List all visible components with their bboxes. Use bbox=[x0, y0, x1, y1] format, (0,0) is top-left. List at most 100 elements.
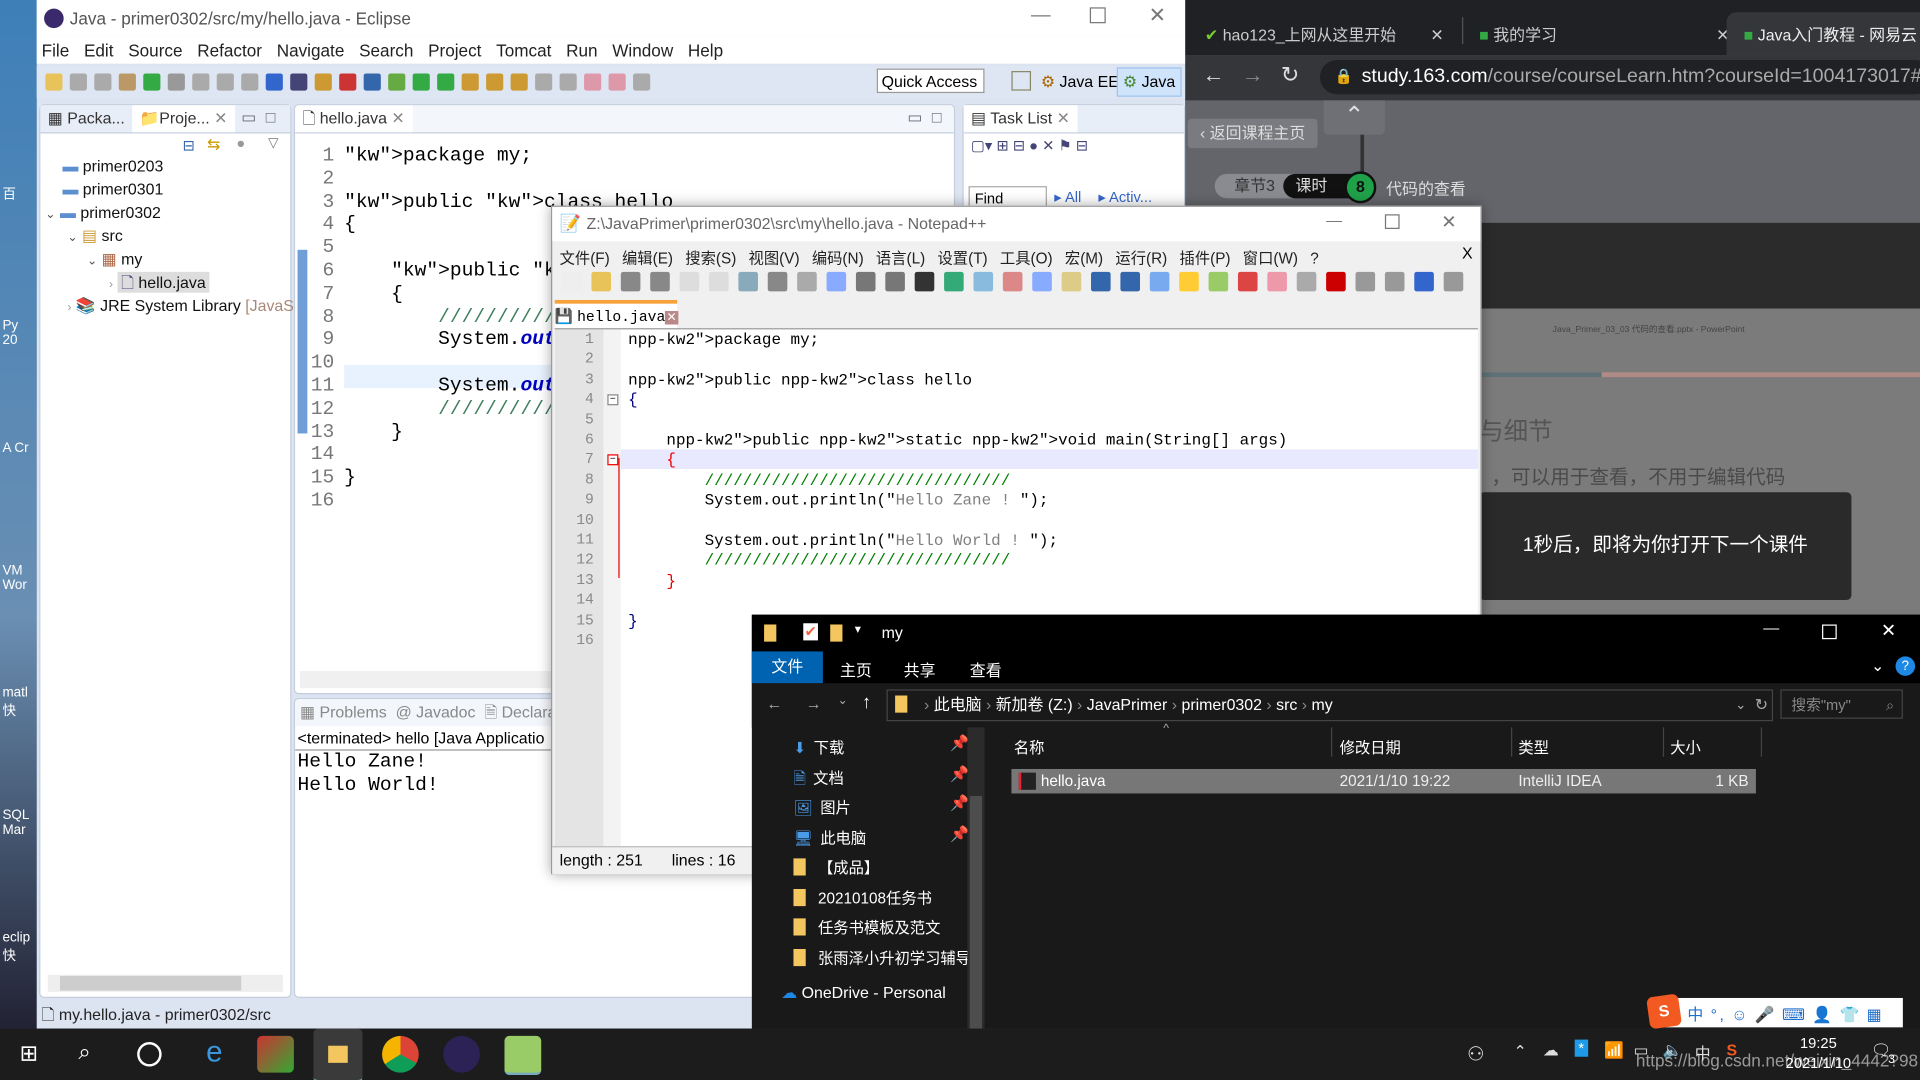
up-button[interactable]: ↑ bbox=[862, 692, 871, 713]
nav-item[interactable]: 张雨泽小升初学习辅导 bbox=[793, 945, 971, 968]
perspective-java[interactable]: ⚙ Java bbox=[1116, 67, 1182, 97]
close-button[interactable]: ✕ bbox=[1149, 4, 1166, 28]
tree-item-primer0302[interactable]: ⌄ ▬ primer0302 bbox=[45, 203, 161, 221]
chevron-down-icon[interactable]: ⌄ bbox=[45, 208, 55, 221]
npp-toolbar-button-icon[interactable] bbox=[1296, 271, 1317, 292]
refresh-icon[interactable]: ↻ bbox=[1755, 691, 1768, 720]
npp-menu-item[interactable]: 编辑(E) bbox=[622, 250, 673, 267]
npp-toolbar-button-icon[interactable] bbox=[1384, 271, 1405, 292]
back-button[interactable]: ← bbox=[767, 694, 783, 712]
npp-menu-item[interactable]: 插件(P) bbox=[1180, 250, 1231, 267]
expand-ribbon-icon[interactable]: ⌄ bbox=[1871, 656, 1884, 676]
chevron-down-icon[interactable]: ⌄ bbox=[67, 231, 77, 244]
maximize-button[interactable] bbox=[1822, 624, 1837, 640]
npp-toolbar-button-icon[interactable] bbox=[1326, 271, 1346, 292]
tab-problems[interactable]: ▦ Problems bbox=[300, 703, 387, 721]
perspective-java-ee[interactable]: ⚙ Java EE bbox=[1041, 72, 1119, 92]
browser-tab-my-learning[interactable]: ■ 我的学习 ✕ bbox=[1479, 22, 1729, 45]
column-size[interactable]: 大小 bbox=[1670, 735, 1701, 758]
eclipse-title-bar[interactable]: Java - primer0302/src/my/hello.java - Ec… bbox=[36, 0, 1186, 37]
menu-project[interactable]: Project bbox=[428, 40, 481, 60]
breadcrumb-item[interactable]: 此电脑 bbox=[934, 696, 982, 714]
npp-toolbar-button-icon[interactable] bbox=[914, 271, 935, 292]
toolbar-button-icon[interactable] bbox=[388, 73, 406, 91]
toolbar-button-icon[interactable] bbox=[314, 73, 332, 91]
npp-toolbar-button-icon[interactable] bbox=[1032, 271, 1052, 292]
column-modified[interactable]: 修改日期 bbox=[1340, 735, 1401, 758]
nav-onedrive[interactable]: ☁ OneDrive - Personal bbox=[781, 983, 946, 1003]
maximize-icon[interactable]: □ bbox=[932, 108, 942, 126]
toolbar-button-icon[interactable] bbox=[461, 73, 479, 91]
npp-toolbar-button-icon[interactable] bbox=[1120, 271, 1141, 292]
back-button[interactable]: ← bbox=[1202, 62, 1224, 88]
tree-item-src[interactable]: ⌄ ▤ src bbox=[67, 227, 122, 247]
desktop-icon[interactable]: eclip 快 bbox=[2, 931, 34, 965]
desktop-icon[interactable]: 百 bbox=[2, 184, 34, 204]
nav-item[interactable]: ⬇ 下载 📌 bbox=[793, 735, 969, 758]
address-bar[interactable]: › 此电脑 › 新加卷 (Z:) › JavaPrimer › primer03… bbox=[886, 689, 1774, 722]
filter-all-link[interactable]: ▸ All bbox=[1054, 189, 1081, 206]
toolbar-button-icon[interactable] bbox=[633, 73, 651, 91]
tab-hello-java[interactable]: 🗋 hello.java ✕ bbox=[295, 105, 413, 133]
minimize-button[interactable]: — bbox=[1763, 618, 1779, 636]
toolbar-button-icon[interactable] bbox=[216, 73, 234, 91]
show-hidden-icons[interactable]: ⌃ bbox=[1513, 1042, 1526, 1062]
npp-toolbar-button-icon[interactable] bbox=[708, 271, 729, 292]
breadcrumb-item[interactable]: my bbox=[1312, 696, 1333, 714]
ime-button[interactable]: 中 bbox=[1687, 1005, 1705, 1023]
close-document-button[interactable]: X bbox=[1462, 244, 1473, 262]
ime-button[interactable]: ▦ bbox=[1867, 1005, 1885, 1023]
npp-menu-item[interactable]: 运行(R) bbox=[1115, 250, 1167, 267]
properties-icon[interactable]: ✔ bbox=[803, 623, 819, 641]
app-icon[interactable] bbox=[257, 1035, 294, 1073]
toolbar-button-icon[interactable] bbox=[339, 73, 357, 91]
menu-edit[interactable]: Edit bbox=[84, 40, 114, 60]
quick-access-input[interactable]: Quick Access bbox=[876, 68, 985, 94]
nav-item[interactable]: 20210108任务书 bbox=[793, 885, 964, 908]
desktop-icon[interactable]: A Cr bbox=[2, 441, 34, 456]
npp-toolbar-button-icon[interactable] bbox=[1267, 271, 1287, 292]
browser-tab-hao123[interactable]: ✔ hao123_上网从这里开始 ✕ bbox=[1205, 22, 1444, 45]
npp-toolbar-button-icon[interactable] bbox=[855, 271, 876, 292]
nav-item[interactable]: 🖥 此电脑 📌 bbox=[793, 825, 969, 848]
npp-title-bar[interactable]: 📝 Z:\JavaPrimer\primer0302\src\my\hello.… bbox=[552, 206, 1481, 242]
nav-item[interactable]: 🗎 文档 📌 bbox=[793, 765, 969, 793]
collapse-up-button[interactable]: ⌃ bbox=[1323, 100, 1385, 135]
close-icon[interactable]: ✕ bbox=[391, 109, 404, 127]
nav-scrollbar[interactable] bbox=[967, 727, 985, 1029]
column-type[interactable]: 类型 bbox=[1518, 735, 1549, 758]
menu-refactor[interactable]: Refactor bbox=[197, 40, 262, 60]
tab-package-explorer[interactable]: ▦ Packa... bbox=[40, 105, 132, 132]
toolbar-button-icon[interactable] bbox=[118, 73, 136, 91]
notepadpp-app-icon[interactable] bbox=[504, 1035, 542, 1076]
npp-toolbar-button-icon[interactable] bbox=[650, 271, 670, 292]
menu-window[interactable]: Window bbox=[612, 40, 673, 60]
toolbar-button-icon[interactable] bbox=[265, 73, 283, 91]
minimize-icon[interactable]: ▭ bbox=[907, 108, 922, 128]
breadcrumb-item[interactable]: primer0302 bbox=[1181, 696, 1262, 714]
close-button[interactable]: ✕ bbox=[1881, 620, 1896, 642]
npp-toolbar-button-icon[interactable] bbox=[944, 271, 964, 292]
link-editor-icon[interactable]: ⇆ bbox=[207, 135, 220, 155]
toolbar-button-icon[interactable] bbox=[437, 73, 455, 91]
file-explorer-app-icon[interactable] bbox=[313, 1028, 363, 1080]
toolbar-button-icon[interactable] bbox=[45, 73, 63, 91]
ribbon-tab-home[interactable]: 主页 bbox=[840, 658, 872, 681]
forward-button[interactable]: → bbox=[806, 694, 822, 712]
toolbar-button-icon[interactable] bbox=[241, 73, 259, 91]
ime-button[interactable]: 👕 bbox=[1839, 1005, 1861, 1023]
npp-menu-item[interactable]: 编码(N) bbox=[812, 250, 864, 267]
breadcrumb-item[interactable]: JavaPrimer bbox=[1087, 696, 1168, 714]
fold-toggle-icon[interactable]: − bbox=[607, 454, 619, 466]
npp-toolbar-button-icon[interactable] bbox=[1208, 271, 1229, 292]
toolbar-button-icon[interactable] bbox=[412, 73, 430, 91]
menu-navigate[interactable]: Navigate bbox=[277, 40, 345, 60]
toolbar-button-icon[interactable] bbox=[94, 73, 112, 91]
npp-menu-item[interactable]: ? bbox=[1310, 250, 1319, 267]
cortana-button[interactable] bbox=[137, 1042, 162, 1067]
ribbon-tab-file[interactable]: 文件 bbox=[751, 651, 823, 684]
npp-menu-item[interactable]: 文件(F) bbox=[560, 250, 610, 267]
toolbar-button-icon[interactable] bbox=[290, 73, 308, 91]
breadcrumb-item[interactable]: src bbox=[1276, 696, 1297, 714]
menu-source[interactable]: Source bbox=[128, 40, 182, 60]
